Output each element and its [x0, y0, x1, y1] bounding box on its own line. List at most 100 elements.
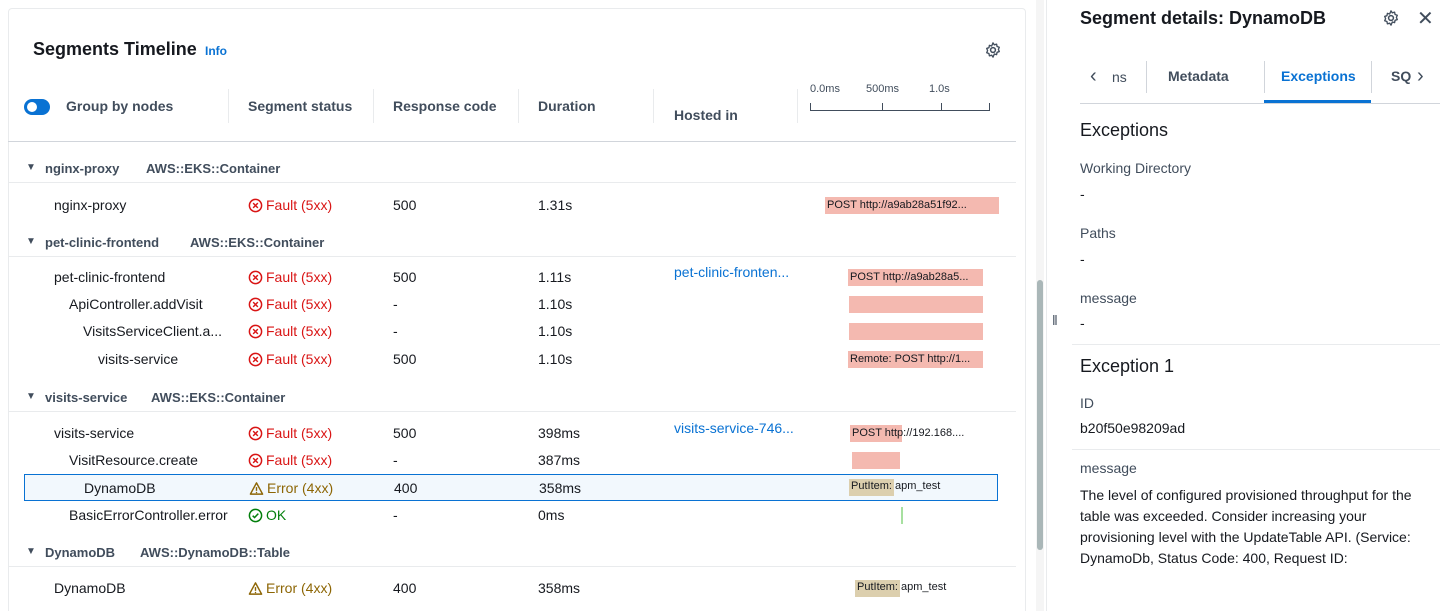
- gear-icon[interactable]: [984, 41, 1002, 59]
- group-name: visits-service: [45, 390, 128, 405]
- scale-axis: [810, 110, 990, 111]
- caret-down-icon[interactable]: ▼: [26, 391, 36, 402]
- status-badge: Error (4xx): [249, 480, 333, 496]
- segment-details-panel: Segment details: DynamoDB ✕ ‹ ns Metadat…: [1064, 0, 1455, 611]
- table-row[interactable]: VisitResource.create Fault (5xx) - 387ms: [8, 447, 1016, 474]
- x-circle-icon: [248, 324, 263, 338]
- close-icon[interactable]: ✕: [1417, 6, 1434, 31]
- group-header-visits-service[interactable]: ▼ visits-service AWS::EKS::Container: [8, 382, 1016, 412]
- timeline-scale: 0.0ms 500ms 1.0s: [806, 83, 991, 123]
- gear-icon[interactable]: [1382, 9, 1400, 27]
- group-name: nginx-proxy: [45, 161, 120, 176]
- column-divider: [518, 89, 519, 123]
- status-badge: OK: [248, 507, 286, 523]
- duration: 1.10s: [538, 323, 573, 339]
- column-divider: [797, 89, 798, 123]
- tab-metadata[interactable]: Metadata: [1168, 68, 1229, 84]
- status-text: Fault (5xx): [266, 452, 333, 468]
- timeline-bar[interactable]: POST http://a9ab28a5...: [848, 269, 983, 286]
- caret-down-icon[interactable]: ▼: [26, 546, 36, 557]
- timeline-bar[interactable]: [852, 452, 900, 469]
- response-code: -: [393, 507, 398, 523]
- response-code: 400: [394, 480, 418, 496]
- column-divider: [228, 89, 229, 123]
- table-row[interactable]: nginx-proxy Fault (5xx) 500 1.31s POST h…: [8, 192, 1016, 219]
- status-badge: Fault (5xx): [248, 351, 332, 367]
- warning-triangle-icon: [249, 481, 264, 495]
- timeline-bar[interactable]: [849, 296, 983, 313]
- chevron-left-icon[interactable]: ‹: [1090, 65, 1097, 88]
- group-type: AWS::EKS::Container: [146, 161, 281, 176]
- tab-partial[interactable]: ns: [1112, 69, 1127, 85]
- chevron-right-icon[interactable]: ›: [1417, 65, 1424, 88]
- timeline-bar[interactable]: Remote: POST http://1...: [848, 351, 983, 368]
- caret-down-icon[interactable]: ▼: [26, 236, 36, 247]
- warning-triangle-icon: [248, 581, 263, 595]
- duration: 1.10s: [538, 296, 573, 312]
- segment-name: visits-service: [98, 351, 179, 367]
- timeline-bar[interactable]: POST http://a9ab28a51f92...: [825, 197, 999, 214]
- split-divider[interactable]: [1046, 0, 1047, 611]
- table-row[interactable]: ApiController.addVisit Fault (5xx) - 1.1…: [8, 291, 1016, 318]
- response-code: -: [393, 452, 398, 468]
- column-divider: [653, 89, 654, 123]
- status-badge: Fault (5xx): [248, 197, 332, 213]
- resize-handle-icon[interactable]: ‖: [1052, 312, 1058, 328]
- status-text: Fault (5xx): [266, 197, 333, 213]
- status-badge: Error (4xx): [248, 580, 332, 596]
- status-text: Error (4xx): [267, 480, 334, 496]
- duration: 0ms: [538, 507, 565, 523]
- scale-tick-label: 0.0ms: [810, 83, 840, 95]
- timeline-bar[interactable]: POST http://192.168....: [850, 425, 964, 442]
- duration: 358ms: [538, 580, 581, 596]
- status-badge: Fault (5xx): [248, 323, 332, 339]
- col-segment-status[interactable]: Segment status: [248, 98, 352, 114]
- bar-label: POST http://a9ab28a51f92...: [827, 199, 967, 211]
- timeline-bar[interactable]: [901, 507, 903, 524]
- hosted-in-link[interactable]: visits-service-746...: [674, 420, 794, 436]
- table-row[interactable]: pet-clinic-frontend Fault (5xx) 500 1.11…: [8, 264, 1016, 291]
- x-circle-icon: [248, 453, 263, 467]
- segment-name: DynamoDB: [54, 580, 126, 596]
- hosted-in-link[interactable]: pet-clinic-fronten...: [674, 264, 789, 280]
- field-label: Paths: [1080, 225, 1116, 241]
- table-row[interactable]: VisitsServiceClient.a... Fault (5xx) - 1…: [8, 318, 1016, 345]
- table-row[interactable]: BasicErrorController.error OK - 0ms: [8, 502, 1016, 529]
- caret-down-icon[interactable]: ▼: [26, 162, 36, 173]
- exception-heading: Exception 1: [1080, 356, 1175, 376]
- table-row[interactable]: visits-service Fault (5xx) 500 1.10s Rem…: [8, 346, 1016, 373]
- scrollbar-thumb[interactable]: [1037, 280, 1043, 550]
- scale-tick: [882, 103, 883, 110]
- table-row-selected[interactable]: DynamoDB Error (4xx) 400 358ms PutItem: …: [24, 474, 998, 501]
- header-rule: [8, 141, 1016, 142]
- bar-label: Remote: POST http://1...: [850, 353, 971, 365]
- response-code: 500: [393, 351, 417, 367]
- segment-name: BasicErrorController.error: [69, 507, 228, 523]
- panel-title: Segments Timeline: [33, 39, 197, 59]
- field-value: -: [1080, 251, 1085, 267]
- group-header-dynamodb[interactable]: ▼ DynamoDB AWS::DynamoDB::Table: [8, 537, 1016, 567]
- tab-exceptions[interactable]: Exceptions: [1281, 68, 1356, 84]
- group-header-pet-clinic-frontend[interactable]: ▼ pet-clinic-frontend AWS::EKS::Containe…: [8, 227, 1016, 257]
- group-by-nodes-toggle[interactable]: [24, 99, 50, 115]
- details-title: Segment details: DynamoDB: [1080, 8, 1327, 28]
- col-response-code[interactable]: Response code: [393, 98, 496, 114]
- tab-sql-partial[interactable]: SQ: [1391, 68, 1411, 84]
- timeline-bar[interactable]: [849, 323, 983, 340]
- response-code: -: [393, 323, 398, 339]
- group-header-nginx-proxy[interactable]: ▼ nginx-proxy AWS::EKS::Container: [8, 153, 1016, 183]
- table-row[interactable]: visits-service Fault (5xx) 500 398ms vis…: [8, 420, 1016, 447]
- table-row[interactable]: DynamoDB Error (4xx) 400 358ms PutItem: …: [8, 575, 1016, 602]
- x-circle-icon: [248, 352, 263, 366]
- duration: 1.10s: [538, 351, 573, 367]
- x-circle-icon: [248, 297, 263, 311]
- segment-name: ApiController.addVisit: [69, 296, 203, 312]
- scale-tick: [810, 103, 811, 110]
- exception-id-value: b20f50e98209ad: [1080, 420, 1186, 436]
- status-text: Fault (5xx): [266, 351, 333, 367]
- info-link[interactable]: Info: [205, 44, 227, 58]
- col-duration[interactable]: Duration: [538, 98, 596, 114]
- x-circle-icon: [248, 426, 263, 440]
- tab-divider: [1146, 61, 1147, 93]
- col-hosted-in[interactable]: Hosted in: [674, 107, 738, 123]
